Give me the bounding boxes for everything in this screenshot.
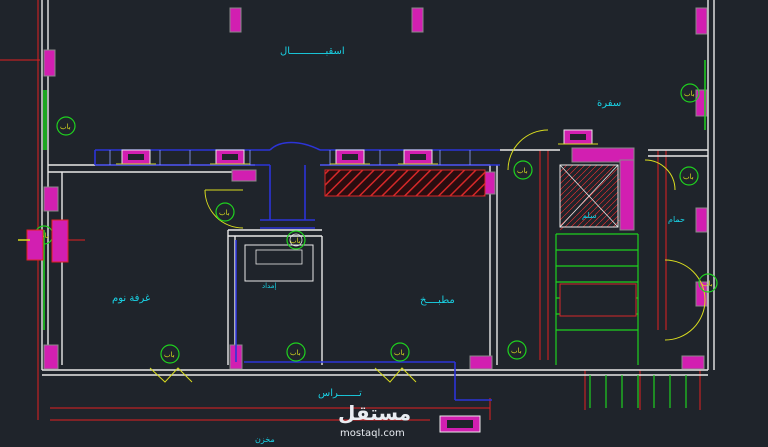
ac-unit xyxy=(116,149,156,165)
hatched-duct xyxy=(324,169,486,197)
ac-unit xyxy=(558,129,598,145)
door-tag-text: باب xyxy=(219,209,230,217)
ac-unit xyxy=(210,149,250,165)
cad-floor-plan: إمداد بابباببابباببابباببابباببابباببابب… xyxy=(0,0,718,444)
door-tag: باب xyxy=(160,344,180,364)
door-tag-text: باب xyxy=(683,173,694,181)
room-label-dining: سفرة xyxy=(597,98,621,109)
door-tag: باب xyxy=(56,116,76,136)
door-tag-text: باب xyxy=(684,90,695,98)
door-tag-text: باب xyxy=(511,347,522,355)
door-tag: باب xyxy=(390,342,410,362)
door-tag-text: باب xyxy=(164,351,175,359)
room-label-store: مخزن xyxy=(255,435,275,444)
watermark-brand: مستقل xyxy=(338,401,411,425)
watermark-url: mostaql.com xyxy=(340,428,405,439)
ac-unit xyxy=(330,149,370,165)
door-tag: باب xyxy=(286,342,306,362)
ac-units xyxy=(116,129,598,165)
room-label-bedroom: غرفة نوم xyxy=(112,293,150,304)
door-tag: باب xyxy=(215,202,235,222)
door-tag: باب xyxy=(507,340,527,360)
ac-unit xyxy=(398,149,438,165)
room-label-corridor: تـــــــراس xyxy=(318,388,362,399)
stair-landing xyxy=(559,283,637,317)
room-label-stairs: سلم xyxy=(582,211,597,220)
room-label-hall: اسقبــــــــــــال xyxy=(280,46,345,57)
outdoor-unit xyxy=(439,415,481,433)
door-tag-text: باب xyxy=(290,237,301,245)
door-tag-text: باب xyxy=(517,167,528,175)
door-tag-text: باب xyxy=(290,349,301,357)
room-label-kitchen: مطبــــخ xyxy=(420,295,455,306)
side-equipment xyxy=(18,219,85,263)
door-tag: باب xyxy=(679,166,699,186)
room-label-bath: حمام xyxy=(668,215,685,224)
fixture-label: إمداد xyxy=(262,282,276,290)
door-tag-text: باب xyxy=(60,123,71,131)
door-tag-text: باب xyxy=(394,349,405,357)
fixture: إمداد xyxy=(244,233,314,290)
door-tag: باب xyxy=(513,160,533,180)
door-tag-text: باب xyxy=(702,280,713,288)
